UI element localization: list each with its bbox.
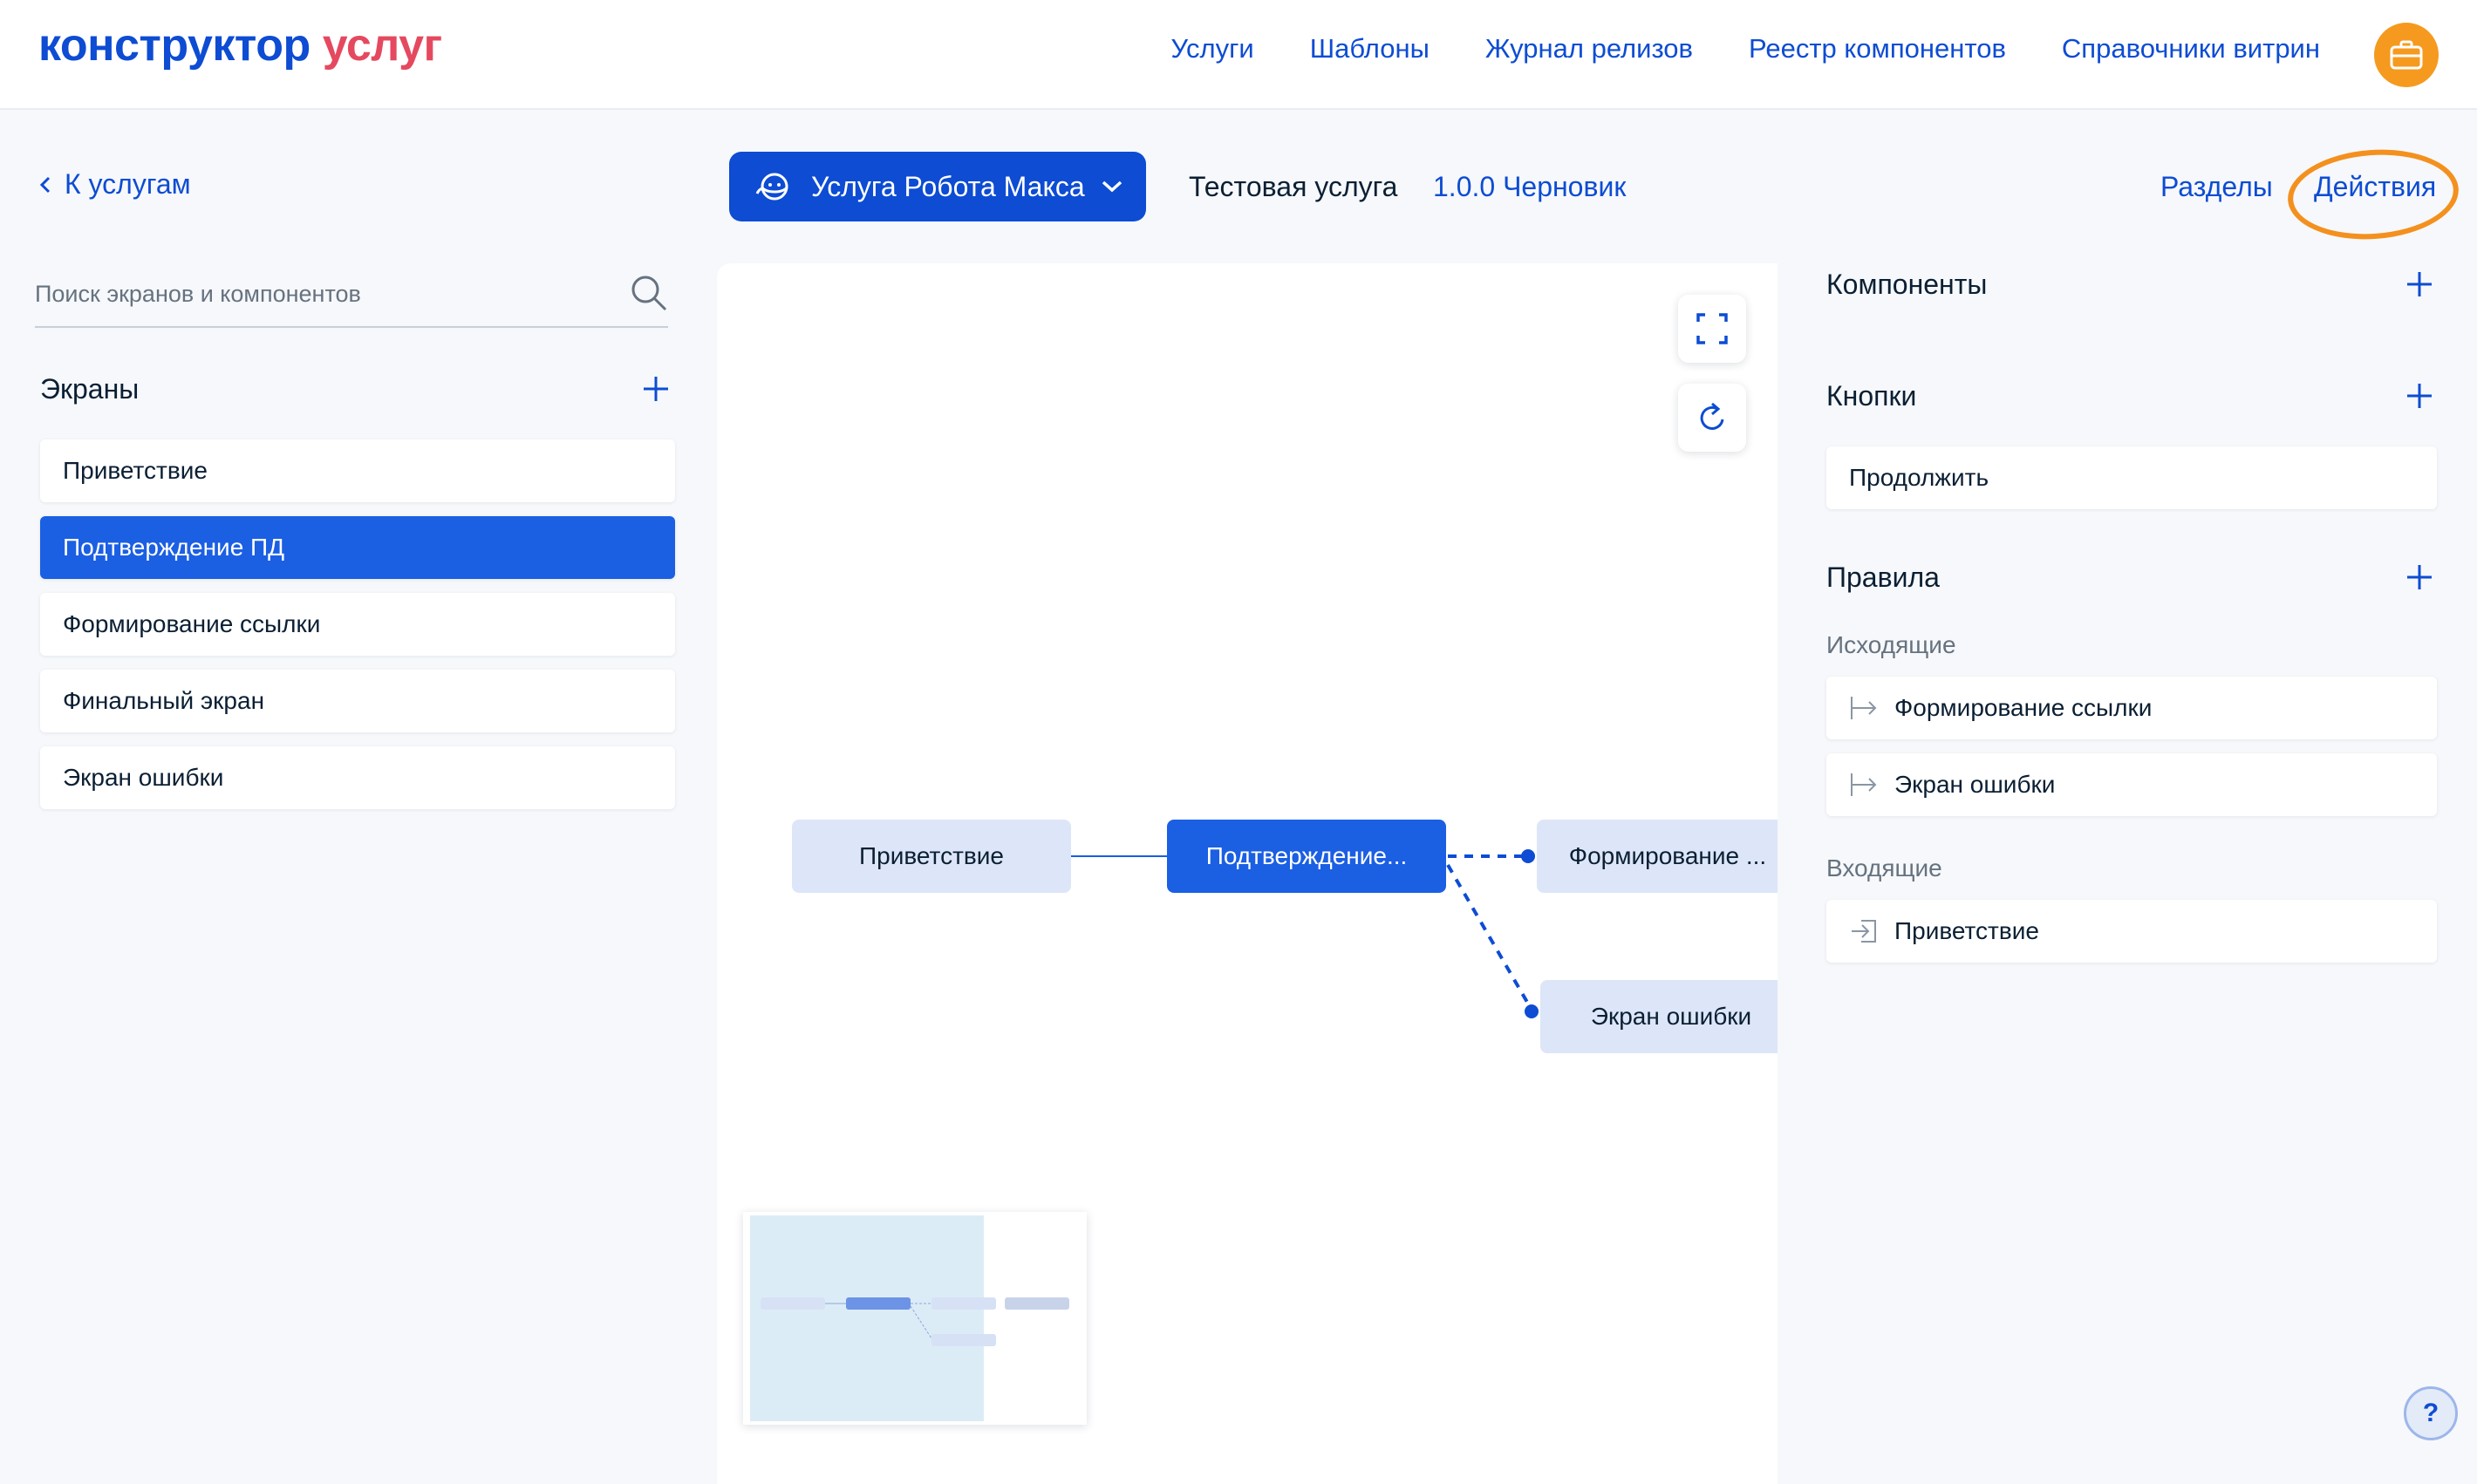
back-to-services-link[interactable]: К услугам [38, 168, 191, 201]
add-component-plus-icon[interactable] [2405, 270, 2433, 298]
add-screen-plus-icon[interactable] [642, 375, 670, 403]
nav-release-log[interactable]: Журнал релизов [1485, 33, 1693, 65]
screens-title: Экраны [40, 373, 140, 405]
service-selector-button[interactable]: Услуга Робота Макса [729, 152, 1146, 221]
rules-title: Правила [1826, 562, 1940, 593]
logo-part-2: услуг [322, 20, 442, 71]
robot-icon [755, 173, 788, 201]
logo-part-1: конструктор [38, 20, 310, 71]
minimap-edges [825, 1303, 932, 1339]
outgoing-arrow-icon [1849, 772, 1879, 798]
outgoing-rule-label: Экран ошибки [1894, 771, 2056, 798]
graph-node-error-screen[interactable]: Экран ошибки [1540, 980, 1778, 1053]
button-item-label: Продолжить [1849, 464, 1989, 491]
screen-item-error-screen[interactable]: Экран ошибки [40, 746, 675, 809]
screen-item-link-generation[interactable]: Формирование ссылки [40, 593, 675, 656]
search-icon[interactable] [630, 274, 668, 312]
help-button[interactable]: ? [2404, 1386, 2458, 1440]
graph-node-greeting[interactable]: Приветствие [792, 820, 1071, 893]
service-name: Тестовая услуга [1189, 171, 1398, 202]
annotation-circle [2284, 144, 2462, 245]
screen-item-final-screen[interactable]: Финальный экран [40, 670, 675, 732]
screen-item-pd-confirmation[interactable]: Подтверждение ПД [40, 516, 675, 579]
button-item-continue[interactable]: Продолжить [1826, 446, 2437, 509]
outgoing-label: Исходящие [1826, 631, 1956, 658]
add-button-plus-icon[interactable] [2405, 382, 2433, 410]
components-title: Компоненты [1826, 269, 1988, 300]
flow-canvas[interactable]: Приветствие Подтверждение... Формировани… [717, 263, 1778, 1484]
back-label: К услугам [65, 168, 191, 200]
outgoing-rule-label: Формирование ссылки [1894, 694, 2153, 721]
buttons-title: Кнопки [1826, 380, 1917, 412]
top-header: конструктор услуг Услуги Шаблоны Журнал … [0, 0, 2477, 110]
service-version-status[interactable]: 1.0.0 Черновик [1433, 171, 1626, 203]
main-nav: Услуги Шаблоны Журнал релизов Реестр ком… [1170, 33, 2320, 65]
incoming-arrow-icon [1849, 918, 1879, 944]
incoming-label: Входящие [1826, 854, 1942, 882]
incoming-rule-label: Приветствие [1894, 917, 2039, 944]
nav-templates[interactable]: Шаблоны [1310, 33, 1430, 65]
graph-node-link-generation[interactable]: Формирование ... [1537, 820, 1778, 893]
outgoing-rule-link-generation[interactable]: Формирование ссылки [1826, 677, 2437, 739]
outgoing-arrow-icon [1849, 695, 1879, 721]
screen-item-greeting[interactable]: Приветствие [40, 439, 675, 502]
nav-components-registry[interactable]: Реестр компонентов [1749, 33, 2006, 65]
nav-showcase-directories[interactable]: Справочники витрин [2062, 33, 2320, 65]
incoming-rule-greeting[interactable]: Приветствие [1826, 900, 2437, 963]
service-button-label: Услуга Робота Макса [811, 170, 1085, 202]
chevron-down-icon [1102, 180, 1122, 193]
tab-sections[interactable]: Разделы [2160, 171, 2273, 203]
nav-services[interactable]: Услуги [1170, 33, 1253, 65]
search-placeholder: Поиск экранов и компонентов [35, 281, 361, 307]
graph-node-pd-confirmation[interactable]: Подтверждение... [1167, 820, 1446, 893]
search-field[interactable]: Поиск экранов и компонентов [35, 270, 668, 328]
outgoing-rule-error-screen[interactable]: Экран ошибки [1826, 753, 2437, 816]
minimap[interactable] [743, 1212, 1087, 1425]
chevron-left-icon [39, 176, 51, 193]
briefcase-icon[interactable] [2374, 23, 2439, 87]
add-rule-plus-icon[interactable] [2405, 563, 2433, 591]
screen-list: Приветствие Подтверждение ПД Формировани… [40, 439, 675, 823]
logo[interactable]: конструктор услуг [38, 19, 442, 71]
